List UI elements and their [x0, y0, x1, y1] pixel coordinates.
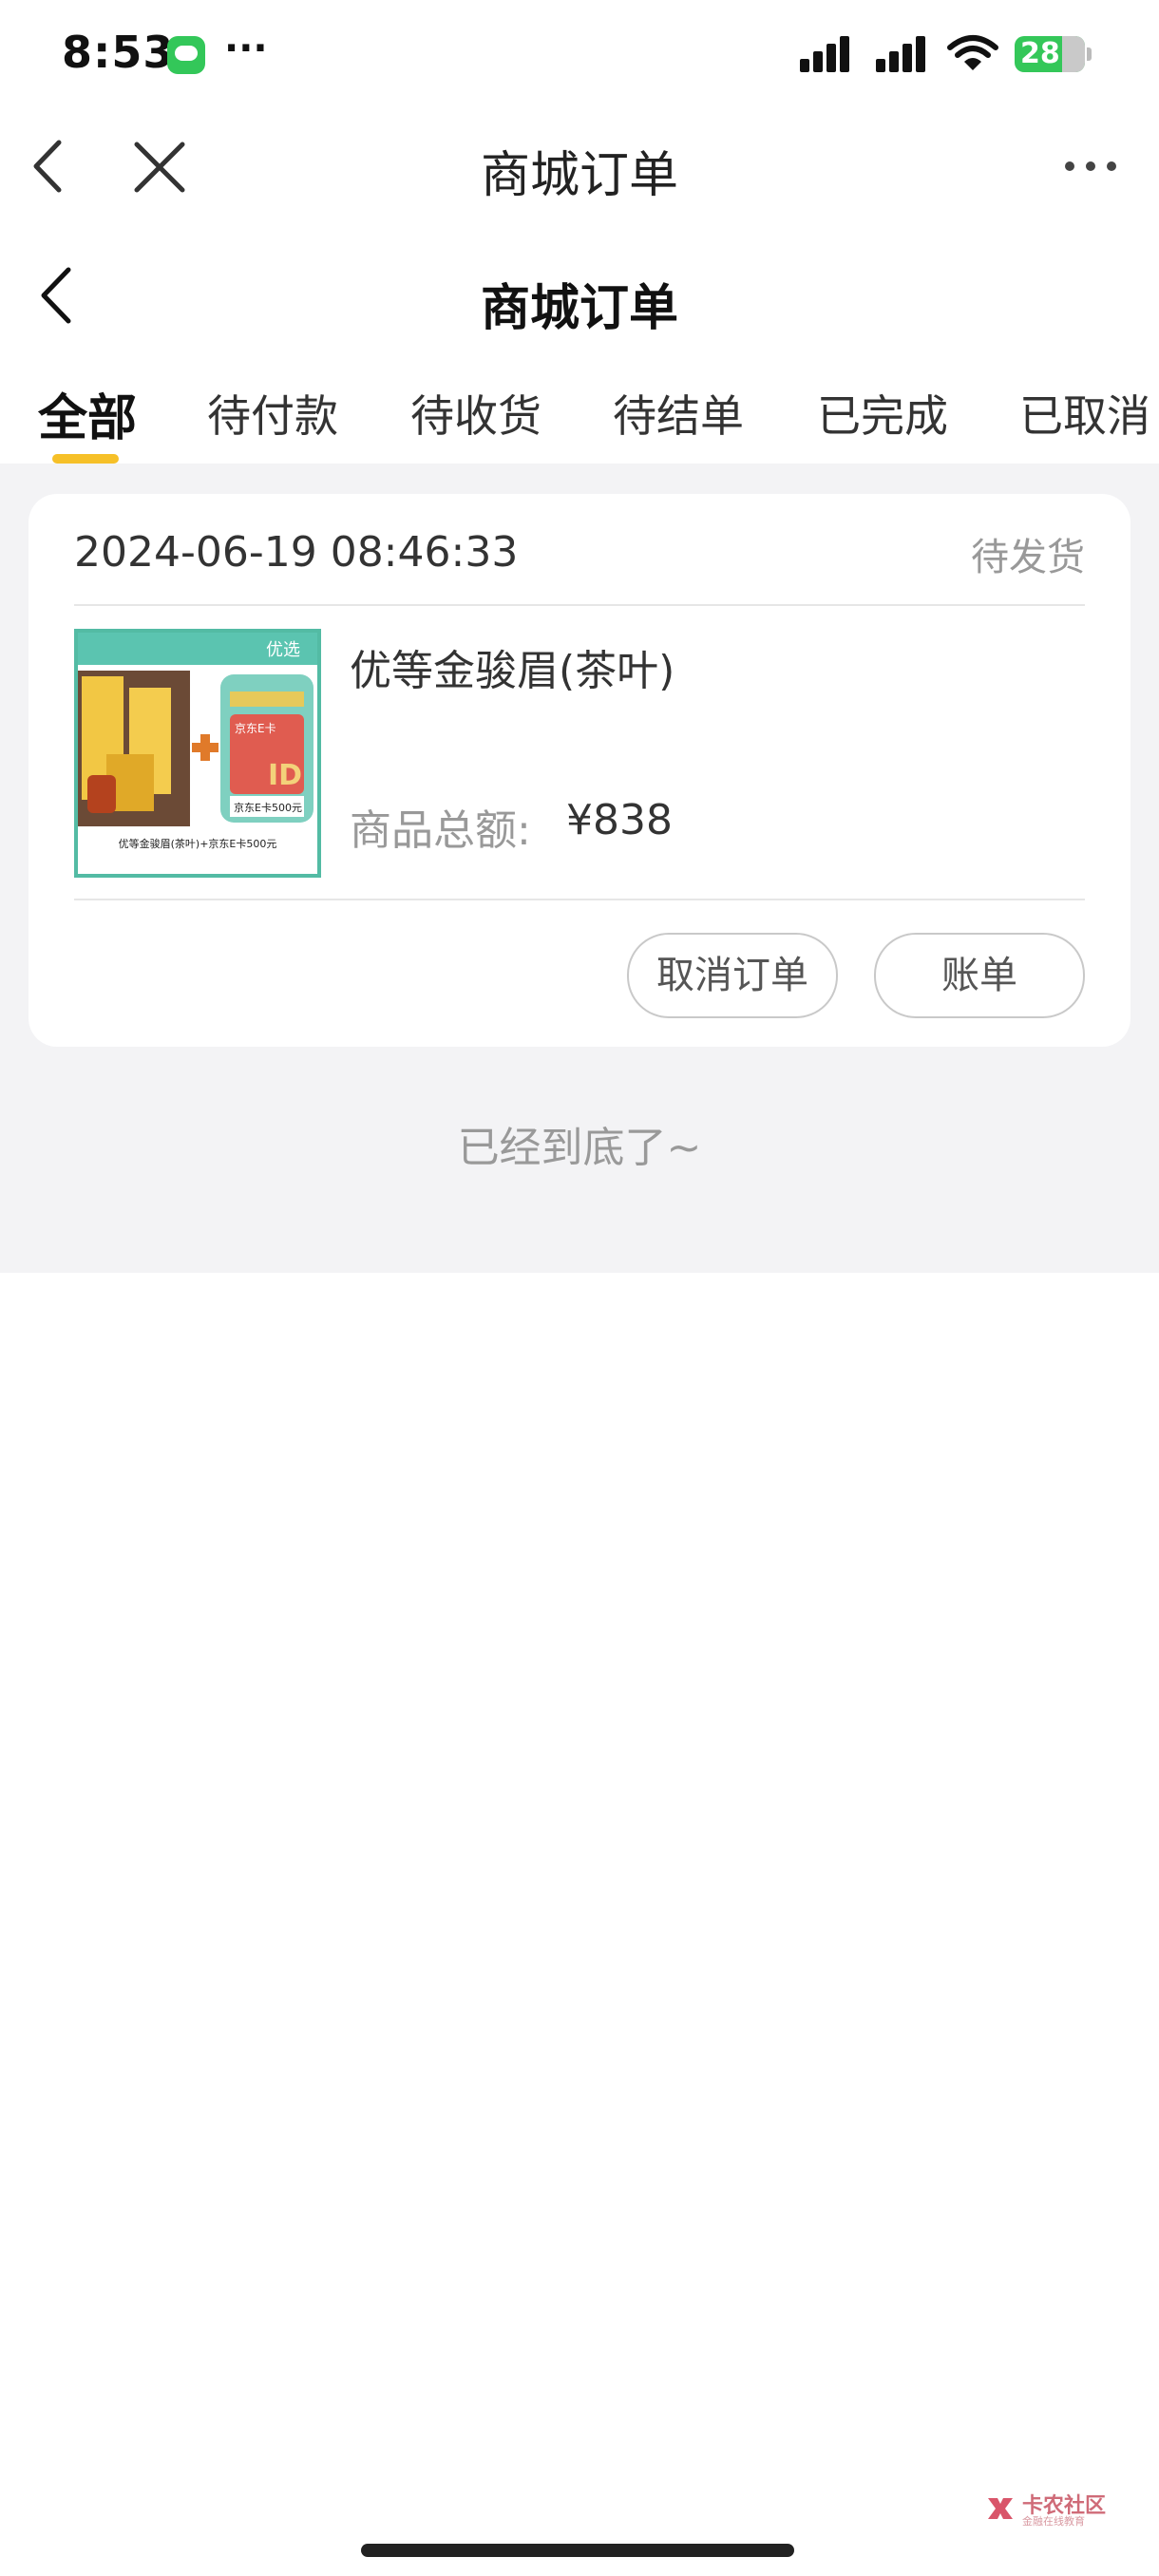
more-notifications-icon: ··· [224, 27, 268, 70]
messages-app-icon [167, 36, 205, 74]
cancel-order-button[interactable]: 取消订单 [627, 933, 838, 1018]
tab-all[interactable]: 全部 [38, 378, 137, 449]
active-tab-indicator [52, 454, 119, 464]
webview-nav-bar: 商城订单 [0, 104, 1159, 228]
total-amount-value: ¥838 [566, 796, 673, 844]
order-time: 2024-06-19 08:46:33 [74, 528, 519, 577]
order-status: 待发货 [971, 536, 1085, 579]
product-image-card-label: 京东E卡500元 [234, 801, 302, 814]
order-card[interactable]: 2024-06-19 08:46:33 待发货 京东E卡 ID 京东E卡500元… [28, 494, 1130, 1047]
divider [74, 604, 1085, 606]
watermark-subtitle: 金融在线教育 [1022, 2515, 1085, 2528]
product-image-card-top: 京东E卡 [235, 722, 276, 735]
divider [74, 899, 1085, 900]
page-header: 商城订单 [0, 228, 1159, 351]
total-amount-label: 商品总额: [350, 806, 531, 855]
wifi-icon [947, 35, 998, 70]
home-indicator[interactable] [361, 2544, 794, 2557]
tab-pending-payment[interactable]: 待付款 [207, 382, 338, 445]
watermark-icon [988, 2498, 1013, 2519]
cellular-signal-icon [800, 34, 853, 72]
product-image-caption: 优等金骏眉(茶叶)+京东E卡500元 [119, 837, 277, 850]
status-bar: 8:53 ··· 28 [0, 0, 1159, 104]
product-image-art: 京东E卡 ID 京东E卡500元 优选 优等金骏眉(茶叶)+京东E卡500元 [78, 633, 317, 874]
product-image[interactable]: 京东E卡 ID 京东E卡500元 优选 优等金骏眉(茶叶)+京东E卡500元 [74, 629, 321, 878]
list-end-text: 已经到底了~ [457, 1124, 702, 1172]
status-time: 8:53 [62, 27, 175, 78]
bill-button[interactable]: 账单 [874, 933, 1085, 1018]
more-options-icon[interactable] [1062, 152, 1119, 180]
cellular-signal-icon-2 [876, 34, 929, 72]
watermark-logo: 卡农社区 金融在线教育 [984, 2489, 1108, 2530]
battery-level: 28 [1020, 37, 1060, 70]
tab-cancelled[interactable]: 已取消 [1019, 382, 1150, 445]
order-list: 2024-06-19 08:46:33 待发货 京东E卡 ID 京东E卡500元… [0, 464, 1159, 1273]
webview-title: 商城订单 [480, 147, 678, 204]
tab-pending-receipt[interactable]: 待收货 [410, 382, 542, 445]
tab-pending-settlement[interactable]: 待结单 [613, 382, 744, 445]
page-title: 商城订单 [480, 280, 678, 337]
product-name[interactable]: 优等金骏眉(茶叶) [350, 636, 674, 697]
battery-icon: 28 [1015, 36, 1092, 72]
svg-text:ID: ID [268, 759, 302, 792]
product-image-badge: 优选 [266, 640, 300, 660]
tab-completed[interactable]: 已完成 [817, 382, 948, 445]
order-tabs: 全部 待付款 待收货 待结单 已完成 已取消 [0, 351, 1159, 464]
